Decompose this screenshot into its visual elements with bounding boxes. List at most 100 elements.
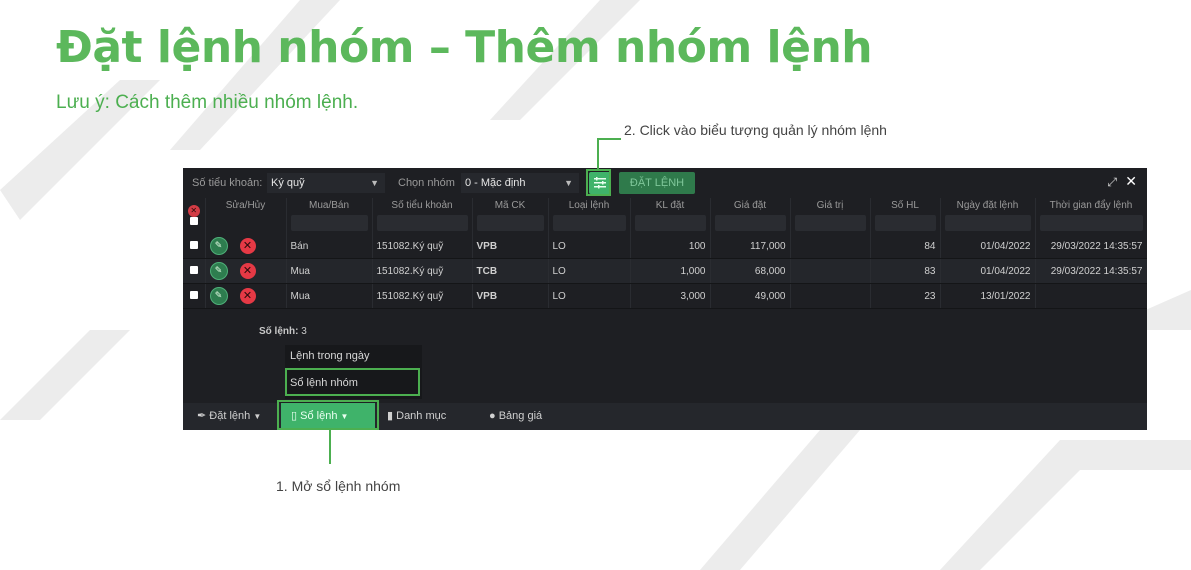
- pushed-cell: 29/03/2022 14:35:57: [1035, 234, 1147, 259]
- qty-cell: 100: [630, 234, 711, 259]
- expand-icon[interactable]: ⤢: [1107, 175, 1117, 190]
- highlight-order-book-tab: [277, 400, 379, 430]
- group-select[interactable]: 0 - Mặc định ▼: [461, 173, 579, 193]
- filter-input[interactable]: [552, 215, 626, 231]
- filter-input[interactable]: [1039, 215, 1143, 231]
- tab-price-board[interactable]: ● Bảng giá: [489, 403, 542, 430]
- price-cell: 49,000: [710, 283, 791, 309]
- filter-input[interactable]: [944, 215, 1031, 231]
- side-cell: Mua: [286, 283, 373, 309]
- tab-portfolio[interactable]: ▮ Danh mục: [387, 403, 446, 430]
- filter-row: [183, 212, 1147, 234]
- table-row[interactable]: ✎ ✕ Mua 151082.Ký quỹ VPB LO 3,000 49,000…: [183, 283, 1147, 309]
- qty-cell: 1,000: [630, 258, 711, 284]
- callout-line-1: [329, 430, 331, 464]
- type-cell: LO: [548, 234, 631, 259]
- qty-cell: 3,000: [630, 283, 711, 309]
- table-header-row: ✕ Sửa/Hủy Mua/Bán Số tiểu khoản Mã CK Lo…: [183, 198, 1147, 234]
- highlight-group-button: [586, 169, 611, 196]
- col-header: Số tiểu khoản: [372, 198, 473, 212]
- date-cell: 01/04/2022: [940, 258, 1036, 284]
- col-header: Giá đặt: [710, 198, 791, 212]
- place-order-button[interactable]: ĐẶT LỆNH: [619, 172, 695, 194]
- col-header: Ngày đặt lệnh: [940, 198, 1036, 212]
- row-checkbox[interactable]: [189, 265, 198, 274]
- row-checkbox[interactable]: [189, 290, 198, 299]
- callout-line-2b: [597, 138, 621, 140]
- row-checkbox[interactable]: [189, 240, 198, 249]
- date-cell: 13/01/2022: [940, 283, 1036, 309]
- account-select[interactable]: Ký quỹ ▼: [267, 173, 385, 193]
- price-cell: 68,000: [710, 258, 791, 284]
- filter-input[interactable]: [714, 215, 786, 231]
- page-title: Đặt lệnh nhóm – Thêm nhóm lệnh: [56, 22, 873, 73]
- account-label: Số tiểu khoản:: [192, 177, 263, 189]
- clipboard-icon: ▮: [387, 410, 394, 422]
- close-icon[interactable]: ✕: [1125, 173, 1137, 190]
- col-header: Thời gian đẩy lệnh: [1035, 198, 1147, 212]
- col-header: Loại lệnh: [548, 198, 631, 212]
- order-count-label: Số lệnh:: [259, 326, 299, 337]
- account-cell: 151082.Ký quỹ: [372, 258, 473, 284]
- symbol-cell: VPB: [472, 283, 549, 309]
- pushed-cell: 29/03/2022 14:35:57: [1035, 258, 1147, 284]
- table-row[interactable]: ✎ ✕ Mua 151082.Ký quỹ TCB LO 1,000 68,000…: [183, 258, 1147, 284]
- col-header: Sửa/Hủy: [205, 198, 287, 212]
- table-row[interactable]: ✎ ✕ Bán 151082.Ký quỹ VPB LO 100 117,000 …: [183, 234, 1147, 259]
- value-cell: [790, 258, 871, 284]
- group-select-value: 0 - Mặc định: [465, 177, 526, 189]
- edit-icon[interactable]: ✎: [209, 262, 228, 280]
- value-cell: [790, 234, 871, 259]
- pen-icon: ✒: [197, 410, 207, 422]
- col-header: Giá trị: [790, 198, 871, 212]
- type-cell: LO: [548, 283, 631, 309]
- tab-label: Bảng giá: [498, 410, 543, 422]
- order-count-value: 3: [301, 326, 307, 337]
- col-header: KL đặt: [630, 198, 711, 212]
- select-all-checkbox[interactable]: [189, 216, 198, 225]
- price-icon: ●: [489, 410, 496, 422]
- date-cell: 01/04/2022: [940, 234, 1036, 259]
- account-select-value: Ký quỹ: [271, 177, 305, 189]
- symbol-cell: VPB: [472, 234, 549, 259]
- chevron-down-icon: ▼: [564, 178, 573, 188]
- orders-table: ✕ Sửa/Hủy Mua/Bán Số tiểu khoản Mã CK Lo…: [183, 198, 1147, 309]
- col-header: Mua/Bán: [286, 198, 373, 212]
- filter-input[interactable]: [376, 215, 468, 231]
- highlight-group-orders: [285, 368, 420, 396]
- edit-icon[interactable]: ✎: [209, 237, 228, 255]
- tab-label: Danh mục: [396, 410, 447, 422]
- edit-icon[interactable]: ✎: [209, 287, 228, 305]
- col-header: Mã CK: [472, 198, 549, 212]
- value-cell: [790, 283, 871, 309]
- hl-cell: 83: [870, 258, 941, 284]
- caret-down-icon: ▼: [253, 412, 262, 421]
- chevron-down-icon: ▼: [370, 178, 379, 188]
- toolbar: Số tiểu khoản: Ký quỹ ▼ Chọn nhóm 0 - Mặ…: [183, 168, 1147, 198]
- type-cell: LO: [548, 258, 631, 284]
- filter-input[interactable]: [634, 215, 706, 231]
- clear-all-icon[interactable]: ✕: [187, 204, 200, 217]
- filter-input[interactable]: [476, 215, 544, 231]
- tab-place-order[interactable]: ✒ Đặt lệnh ▼: [197, 403, 261, 430]
- pushed-cell: [1035, 283, 1147, 309]
- tab-label: Đặt lệnh: [209, 410, 251, 422]
- price-cell: 117,000: [710, 234, 791, 259]
- side-cell: Mua: [286, 258, 373, 284]
- cancel-icon[interactable]: ✕: [239, 238, 256, 254]
- group-label: Chọn nhóm: [398, 177, 455, 189]
- cancel-icon[interactable]: ✕: [239, 263, 256, 279]
- order-count: Số lệnh: 3: [259, 326, 307, 337]
- callout-1: 1. Mở sổ lệnh nhóm: [276, 478, 401, 494]
- cancel-icon[interactable]: ✕: [239, 288, 256, 304]
- menu-item-daily-orders[interactable]: Lệnh trong ngày: [290, 350, 370, 362]
- page-subtitle: Lưu ý: Cách thêm nhiều nhóm lệnh.: [56, 92, 359, 113]
- hl-cell: 23: [870, 283, 941, 309]
- filter-input[interactable]: [794, 215, 866, 231]
- callout-2: 2. Click vào biểu tượng quản lý nhóm lện…: [624, 122, 887, 138]
- hl-cell: 84: [870, 234, 941, 259]
- account-cell: 151082.Ký quỹ: [372, 234, 473, 259]
- filter-input[interactable]: [290, 215, 368, 231]
- filter-input[interactable]: [874, 215, 936, 231]
- side-cell: Bán: [286, 234, 373, 259]
